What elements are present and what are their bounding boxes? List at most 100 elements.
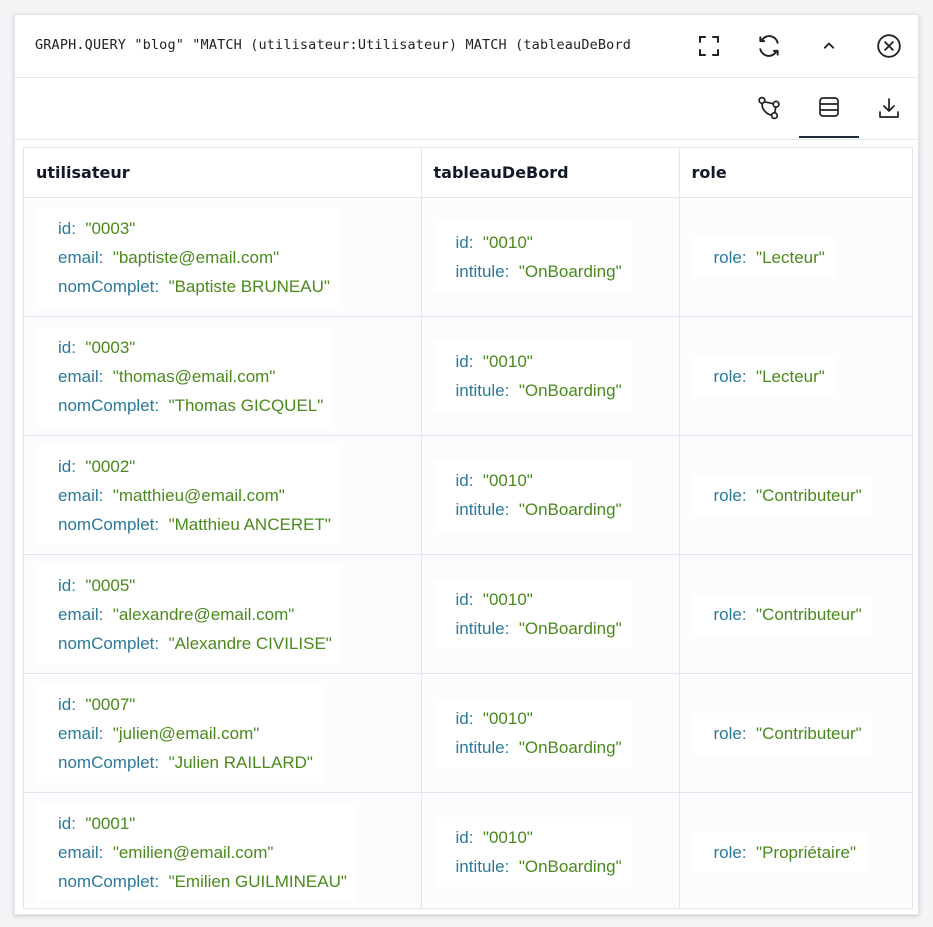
property-key: email: bbox=[58, 247, 104, 267]
cell-utilisateur[interactable]: id: "0003" email: "thomas@email.com" nomCo… bbox=[24, 316, 422, 436]
property-value: "0005" bbox=[85, 575, 136, 595]
property-line: role: "Lecteur" bbox=[714, 243, 825, 272]
cell-utilisateur[interactable]: id: "0005" email: "alexandre@email.com" no… bbox=[24, 554, 422, 674]
property-value: "Propriétaire" bbox=[756, 842, 856, 862]
property-line: email: "emilien@email.com" bbox=[58, 838, 347, 867]
fullscreen-button[interactable] bbox=[692, 29, 726, 63]
table-view-button[interactable] bbox=[799, 77, 859, 138]
results-table-container: utilisateur tableauDeBord role id: "0003… bbox=[23, 147, 913, 909]
object-tableauDeBord: id: "0010" intitule: "OnBoarding" bbox=[433, 341, 632, 411]
object-tableauDeBord: id: "0010" intitule: "OnBoarding" bbox=[433, 817, 632, 887]
close-button[interactable] bbox=[872, 29, 906, 63]
property-line: intitule: "OnBoarding" bbox=[456, 376, 622, 405]
cell-tableauDeBord[interactable]: id: "0010" intitule: "OnBoarding" bbox=[421, 316, 680, 436]
cell-role[interactable]: role: "Propriétaire" bbox=[679, 792, 912, 908]
property-key: role: bbox=[713, 366, 747, 386]
cell-role[interactable]: role: "Contributeur" bbox=[679, 554, 912, 674]
column-header-utilisateur[interactable]: utilisateur bbox=[24, 148, 422, 198]
property-value: "Contributeur" bbox=[756, 485, 862, 505]
column-header-role[interactable]: role bbox=[679, 148, 912, 198]
property-line: nomComplet: "Julien RAILLARD" bbox=[58, 748, 313, 777]
cell-utilisateur[interactable]: id: "0001" email: "emilien@email.com" nomC… bbox=[24, 792, 422, 908]
object-tableauDeBord: id: "0010" intitule: "OnBoarding" bbox=[433, 698, 632, 768]
property-key: id: bbox=[58, 456, 76, 476]
property-value: "0001" bbox=[85, 813, 136, 833]
property-line: nomComplet: "Thomas GICQUEL" bbox=[58, 391, 323, 420]
object-tableauDeBord: id: "0010" intitule: "OnBoarding" bbox=[433, 579, 632, 649]
cell-tableauDeBord[interactable]: id: "0010" intitule: "OnBoarding" bbox=[421, 197, 680, 317]
property-value: "Baptiste BRUNEAU" bbox=[168, 276, 330, 296]
object-tableauDeBord: id: "0010" intitule: "OnBoarding" bbox=[433, 222, 632, 292]
refresh-button[interactable] bbox=[752, 29, 786, 63]
cell-utilisateur[interactable]: id: "0002" email: "matthieu@email.com" nom… bbox=[24, 435, 422, 555]
property-line: nomComplet: "Alexandre CIVILISE" bbox=[58, 629, 332, 658]
property-key: id: bbox=[58, 575, 76, 595]
cell-role[interactable]: role: "Lecteur" bbox=[679, 316, 912, 436]
property-value: "alexandre@email.com" bbox=[112, 604, 295, 624]
object-role: role: "Contributeur" bbox=[691, 474, 872, 516]
object-utilisateur: id: "0002" email: "matthieu@email.com" nom… bbox=[36, 445, 341, 545]
property-value: "OnBoarding" bbox=[518, 738, 622, 757]
download-button[interactable] bbox=[859, 77, 919, 138]
property-key: nomComplet: bbox=[58, 752, 160, 772]
property-key: nomComplet: bbox=[58, 514, 160, 534]
property-key: role: bbox=[713, 723, 747, 743]
table-row: id: "0005" email: "alexandre@email.com" no… bbox=[24, 554, 912, 674]
property-value: "Julien RAILLARD" bbox=[168, 752, 313, 772]
property-line: id: "0010" bbox=[456, 347, 622, 376]
cell-tableauDeBord[interactable]: id: "0010" intitule: "OnBoarding" bbox=[421, 435, 680, 555]
object-role: role: "Contributeur" bbox=[691, 712, 872, 754]
property-key: email: bbox=[58, 485, 104, 505]
cell-utilisateur[interactable]: id: "0007" email: "julien@email.com" nomCo… bbox=[24, 673, 422, 793]
property-value: "OnBoarding" bbox=[518, 857, 622, 876]
graph-view-button[interactable] bbox=[739, 77, 799, 138]
property-key: email: bbox=[58, 842, 104, 862]
property-line: id: "0001" bbox=[58, 809, 347, 838]
view-toolbar bbox=[15, 77, 918, 140]
property-value: "julien@email.com" bbox=[112, 723, 260, 743]
property-value: "0010" bbox=[482, 828, 533, 847]
object-role: role: "Contributeur" bbox=[691, 593, 872, 635]
property-key: intitule: bbox=[455, 857, 510, 876]
property-value: "Alexandre CIVILISE" bbox=[168, 633, 332, 653]
property-line: intitule: "OnBoarding" bbox=[456, 733, 622, 762]
cell-role[interactable]: role: "Lecteur" bbox=[679, 197, 912, 317]
object-role: role: "Propriétaire" bbox=[691, 831, 866, 873]
property-key: intitule: bbox=[455, 262, 510, 281]
cell-tableauDeBord[interactable]: id: "0010" intitule: "OnBoarding" bbox=[421, 673, 680, 793]
property-line: id: "0003" bbox=[58, 214, 330, 243]
property-line: id: "0010" bbox=[456, 466, 622, 495]
cell-role[interactable]: role: "Contributeur" bbox=[679, 673, 912, 793]
property-line: intitule: "OnBoarding" bbox=[456, 852, 622, 881]
cell-tableauDeBord[interactable]: id: "0010" intitule: "OnBoarding" bbox=[421, 554, 680, 674]
cell-utilisateur[interactable]: id: "0003" email: "baptiste@email.com" nom… bbox=[24, 197, 422, 317]
property-value: "thomas@email.com" bbox=[112, 366, 276, 386]
object-utilisateur: id: "0005" email: "alexandre@email.com" no… bbox=[36, 564, 342, 664]
property-key: role: bbox=[713, 485, 747, 505]
property-value: "Contributeur" bbox=[756, 723, 862, 743]
property-value: "Emilien GUILMINEAU" bbox=[168, 871, 347, 891]
column-header-tableauDeBord[interactable]: tableauDeBord bbox=[421, 148, 680, 198]
property-line: role: "Contributeur" bbox=[714, 719, 862, 748]
property-value: "OnBoarding" bbox=[518, 262, 622, 281]
collapse-button[interactable] bbox=[812, 29, 846, 63]
property-line: role: "Propriétaire" bbox=[714, 838, 856, 867]
chevron-up-icon bbox=[823, 42, 835, 49]
property-value: "0010" bbox=[482, 352, 533, 371]
property-value: "0010" bbox=[482, 709, 533, 728]
table-view-icon bbox=[819, 96, 839, 117]
refresh-icon bbox=[759, 35, 779, 57]
table-row: id: "0001" email: "emilien@email.com" nomC… bbox=[24, 792, 912, 908]
property-key: id: bbox=[455, 590, 474, 609]
object-role: role: "Lecteur" bbox=[691, 355, 835, 397]
property-key: nomComplet: bbox=[58, 633, 160, 653]
results-table: utilisateur tableauDeBord role id: "0003… bbox=[24, 148, 912, 908]
property-line: role: "Contributeur" bbox=[714, 481, 862, 510]
cell-role[interactable]: role: "Contributeur" bbox=[679, 435, 912, 555]
property-key: id: bbox=[455, 471, 474, 490]
object-role: role: "Lecteur" bbox=[691, 236, 835, 278]
property-key: id: bbox=[58, 813, 76, 833]
property-key: intitule: bbox=[455, 500, 510, 519]
cell-tableauDeBord[interactable]: id: "0010" intitule: "OnBoarding" bbox=[421, 792, 680, 908]
property-line: id: "0005" bbox=[58, 571, 332, 600]
